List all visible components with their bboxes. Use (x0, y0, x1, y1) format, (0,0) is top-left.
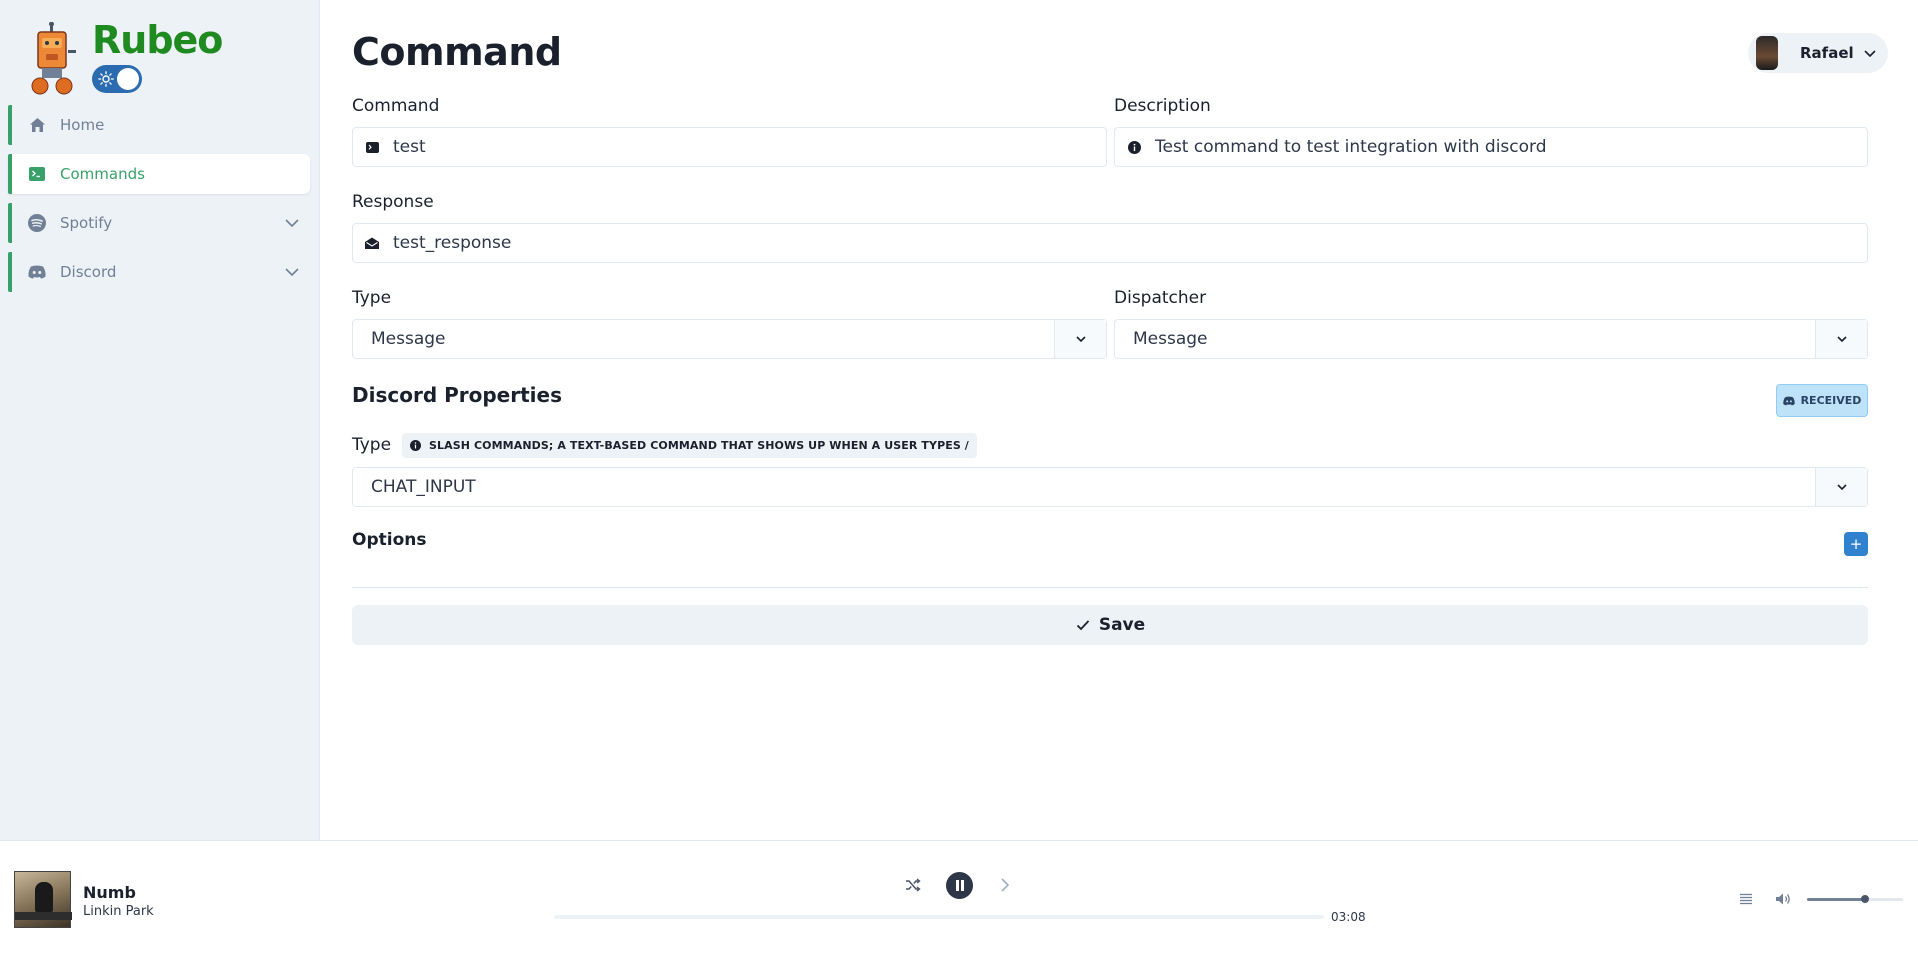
save-button[interactable]: Save (352, 605, 1868, 645)
discord-icon (1782, 396, 1795, 405)
pause-button[interactable] (946, 872, 973, 899)
status-badge-label: RECEIVED (1800, 394, 1862, 407)
dispatcher-select[interactable]: Message (1114, 319, 1868, 359)
command-label: Command (352, 96, 440, 116)
main-content: Command Rafael Command test Description … (352, 0, 1888, 840)
toggle-knob (117, 68, 139, 90)
description-field[interactable]: Test command to test integration with di… (1114, 127, 1868, 167)
envelope-icon (365, 236, 379, 250)
type-hint-text: SLASH COMMANDS; A TEXT-BASED COMMAND THA… (429, 439, 969, 452)
type-hint: SLASH COMMANDS; A TEXT-BASED COMMAND THA… (402, 433, 977, 458)
track-artist: Linkin Park (83, 904, 154, 919)
sidebar-item-label: Home (60, 116, 105, 134)
volume-knob[interactable] (1860, 895, 1869, 903)
chevron-down-icon (285, 219, 299, 228)
description-value: Test command to test integration with di… (1155, 137, 1547, 157)
discord-icon (28, 263, 46, 281)
response-value: test_response (393, 233, 512, 253)
pause-icon (955, 880, 964, 891)
command-field[interactable]: test (352, 127, 1107, 167)
dispatcher-value: Message (1133, 329, 1208, 349)
track-title: Numb (83, 883, 136, 902)
sidebar-item-discord[interactable]: Discord (8, 252, 310, 292)
queue-button[interactable] (1739, 892, 1753, 906)
type-label: Type (352, 288, 392, 308)
progress-bar[interactable] (554, 915, 1324, 919)
discord-properties-title: Discord Properties (352, 383, 562, 407)
save-label: Save (1098, 615, 1146, 635)
type-select-toggle[interactable] (1054, 320, 1106, 358)
list-icon (1740, 893, 1752, 905)
discord-type-label: Type (352, 435, 392, 455)
volume-button[interactable] (1775, 892, 1791, 906)
chevron-down-icon (1864, 50, 1876, 58)
shuffle-icon (906, 878, 921, 892)
sidebar: Rubeo Home Commands Spotify Discord (0, 0, 320, 840)
check-icon (1076, 620, 1089, 631)
description-label: Description (1114, 96, 1211, 116)
discord-type-value: CHAT_INPUT (371, 477, 476, 497)
chevron-down-icon (1836, 336, 1847, 343)
divider (352, 587, 1868, 588)
info-icon (410, 440, 421, 451)
next-button[interactable] (996, 876, 1014, 894)
chevron-down-icon (1075, 336, 1086, 343)
user-menu[interactable]: Rafael (1748, 33, 1888, 73)
terminal-icon (365, 140, 379, 154)
user-name: Rafael (1800, 44, 1854, 62)
track-duration: 03:08 (1331, 910, 1366, 924)
volume-slider[interactable] (1807, 895, 1903, 903)
response-label: Response (352, 192, 434, 212)
type-value: Message (371, 329, 446, 349)
sidebar-item-home[interactable]: Home (8, 105, 310, 145)
type-select[interactable]: Message (352, 319, 1107, 359)
brand: Rubeo (28, 18, 308, 96)
sidebar-item-commands[interactable]: Commands (8, 154, 310, 194)
sun-icon (98, 71, 114, 87)
discord-type-select[interactable]: CHAT_INPUT (352, 467, 1868, 507)
status-badge: RECEIVED (1776, 384, 1868, 417)
add-option-button[interactable]: + (1844, 532, 1868, 556)
chevron-right-icon (1001, 878, 1010, 892)
sidebar-item-label: Spotify (60, 214, 113, 232)
sidebar-item-label: Discord (60, 263, 117, 281)
volume-icon (1776, 893, 1790, 905)
terminal-icon (28, 165, 46, 183)
sidebar-item-spotify[interactable]: Spotify (8, 203, 310, 243)
shuffle-button[interactable] (904, 876, 922, 894)
theme-toggle[interactable] (92, 65, 142, 93)
page-title: Command (352, 30, 562, 74)
dispatcher-select-toggle[interactable] (1815, 320, 1867, 358)
home-icon (28, 116, 46, 134)
album-art (14, 871, 72, 928)
brand-title: Rubeo (92, 18, 223, 62)
response-field[interactable]: test_response (352, 223, 1868, 263)
robot-logo-icon (31, 22, 76, 95)
volume-fill (1807, 898, 1865, 901)
dispatcher-label: Dispatcher (1114, 288, 1207, 308)
chevron-down-icon (1836, 484, 1847, 491)
sidebar-item-label: Commands (60, 165, 145, 183)
avatar (1756, 36, 1778, 70)
discord-type-select-toggle[interactable] (1815, 468, 1867, 506)
sidebar-nav: Home Commands Spotify Discord (8, 105, 310, 301)
info-icon (1127, 140, 1141, 154)
spotify-icon (28, 214, 46, 232)
chevron-down-icon (285, 268, 299, 277)
command-value: test (393, 137, 426, 157)
options-title: Options (352, 530, 427, 550)
